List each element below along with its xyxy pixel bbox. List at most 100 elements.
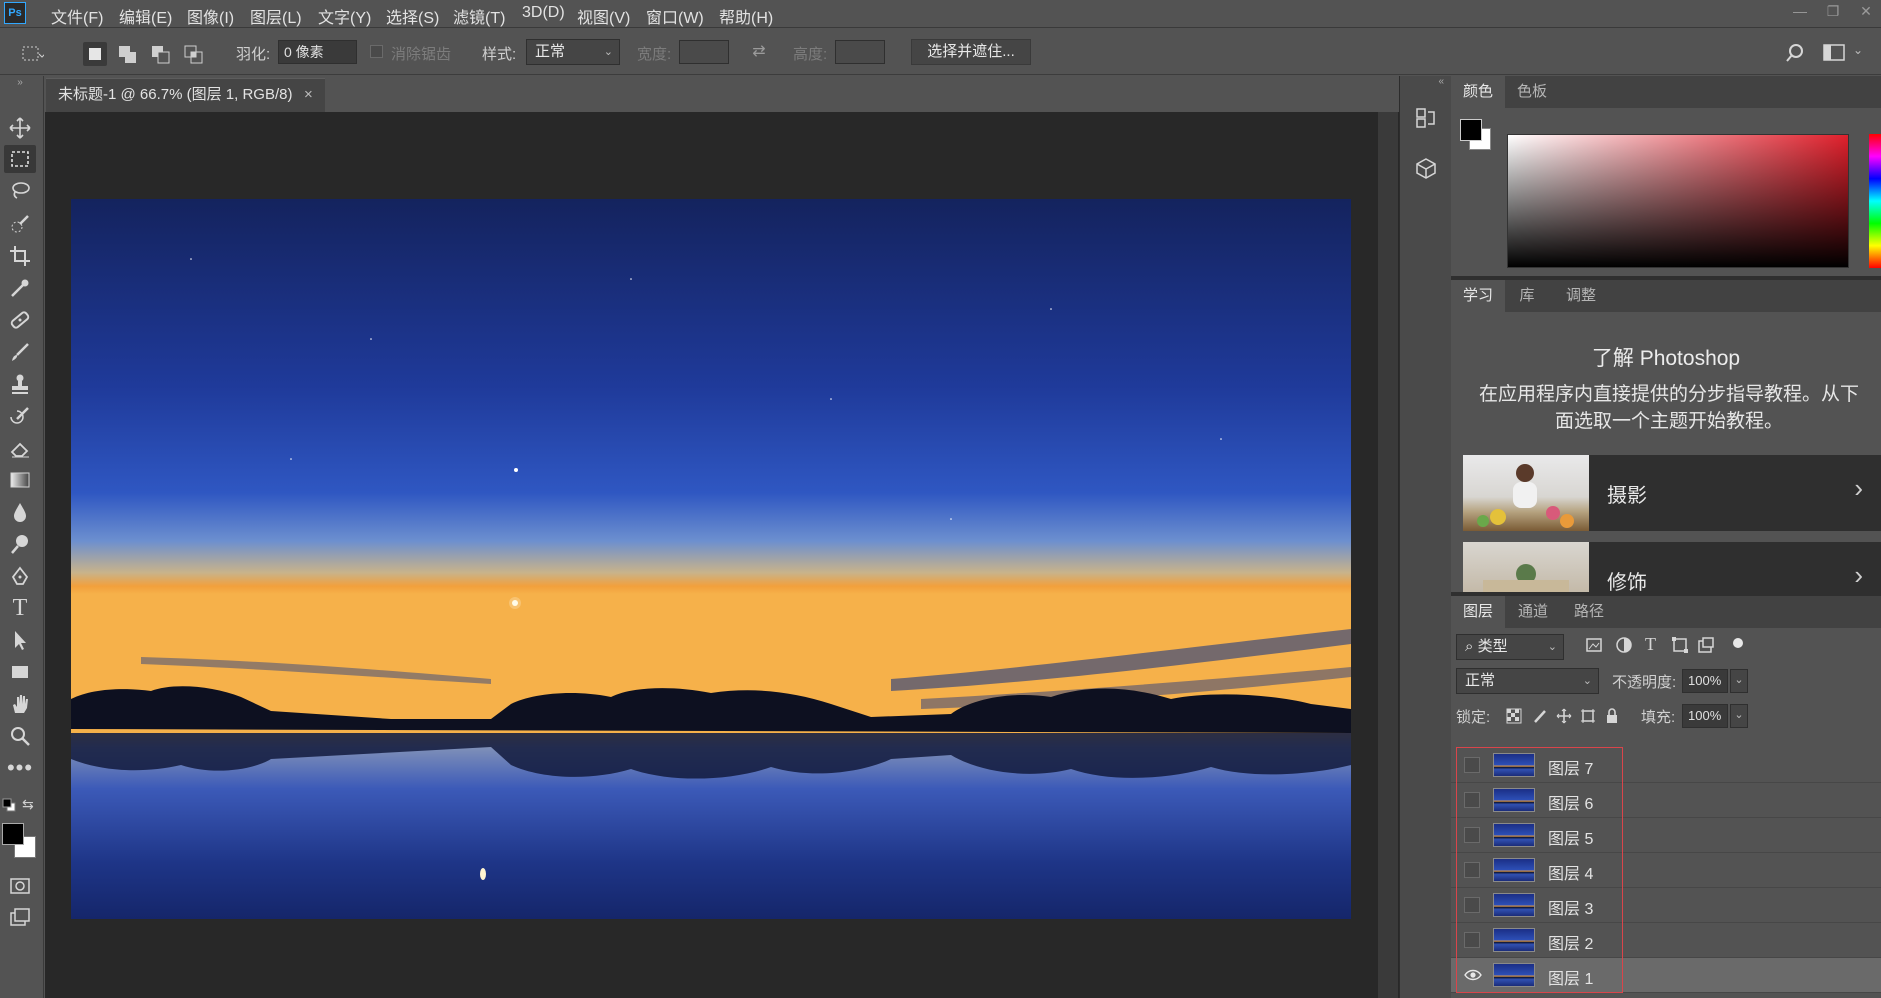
tab-layers[interactable]: 图层 [1451,596,1505,628]
fill-chevron-icon[interactable]: ⌄ [1730,704,1748,728]
antialias-checkbox[interactable] [370,45,383,58]
menu-help[interactable]: 帮助(H) [719,4,773,28]
zoom-tool-icon[interactable] [4,722,36,750]
move-tool-icon[interactable] [4,114,36,142]
color-field[interactable] [1507,134,1849,268]
lock-transparency-icon[interactable] [1506,708,1522,724]
canvas-image[interactable] [71,199,1351,919]
card-title: 修饰 [1607,572,1647,592]
eraser-tool-icon[interactable] [4,434,36,462]
3d-panel-icon[interactable] [1414,156,1438,180]
learn-description: 在应用程序内直接提供的分步指导教程。从下面选取一个主题开始教程。 [1479,384,1860,432]
subtract-selection-icon[interactable] [149,42,173,66]
filter-smartobject-icon[interactable] [1697,636,1715,654]
menu-window[interactable]: 窗口(W) [646,4,704,28]
filter-type-icon[interactable]: T [1645,634,1656,655]
new-selection-icon[interactable] [83,42,107,66]
opacity-chevron-icon[interactable]: ⌄ [1730,669,1748,693]
document-tab[interactable]: 未标题-1 @ 66.7% (图层 1, RGB/8) × [46,78,325,112]
menu-select[interactable]: 选择(S) [386,4,439,28]
workspace-chevron-icon[interactable]: ⌄ [1853,43,1863,57]
hand-tool-icon[interactable] [4,690,36,718]
swap-icon[interactable]: ⇄ [747,41,771,63]
tab-swatches[interactable]: 色板 [1505,76,1559,108]
tab-channels[interactable]: 通道 [1505,596,1561,628]
menu-filter[interactable]: 滤镜(T) [453,4,505,28]
learn-card-retouch[interactable]: 修饰 › [1463,542,1881,592]
opacity-label: 不透明度: [1612,674,1677,691]
gradient-tool-icon[interactable] [4,466,36,494]
foreground-swatch[interactable] [1460,119,1482,141]
workspace-icon[interactable] [1823,43,1845,63]
collapse-toolbar-icon[interactable]: » [4,76,36,88]
menu-layer[interactable]: 图层(L) [250,4,302,28]
crop-tool-icon[interactable] [4,242,36,270]
lasso-tool-icon[interactable] [4,177,36,205]
menu-edit[interactable]: 编辑(E) [119,4,172,28]
lock-pixels-icon[interactable] [1532,708,1548,724]
collapse-panels-icon[interactable]: « [1400,76,1452,87]
restore-icon[interactable]: ❐ [1818,0,1848,22]
filter-shape-icon[interactable] [1671,636,1689,654]
brush-tool-icon[interactable] [4,338,36,366]
screen-mode-icon[interactable] [4,904,36,932]
fill-label: 填充: [1641,709,1676,726]
default-colors-icon[interactable] [2,798,16,812]
tab-color[interactable]: 颜色 [1451,76,1505,108]
tab-learn[interactable]: 学习 [1451,280,1505,312]
filter-pixel-icon[interactable] [1585,636,1603,654]
menu-view[interactable]: 视图(V) [577,4,630,28]
layer-filter-select[interactable]: ⌕ 类型 ⌄ [1456,634,1564,660]
color-panel: 颜色 色板 [1451,76,1881,276]
feather-input[interactable]: 0 像素 [278,40,357,64]
close-window-icon[interactable]: ✕ [1851,0,1881,22]
filter-adjustment-icon[interactable] [1615,636,1633,654]
learn-card-photography[interactable]: 摄影 › [1463,455,1881,531]
select-and-mask-button[interactable]: 选择并遮住... [911,39,1031,65]
history-brush-tool-icon[interactable] [4,402,36,430]
menu-file[interactable]: 文件(F) [51,4,103,28]
close-tab-icon[interactable]: × [304,79,313,111]
canvas-scrollbar[interactable] [1378,112,1398,998]
history-panel-icon[interactable] [1414,106,1438,130]
opacity-input[interactable]: 100% [1682,669,1728,693]
height-input[interactable] [835,40,885,64]
hue-slider[interactable] [1869,134,1881,268]
tab-paths[interactable]: 路径 [1561,596,1617,628]
type-tool-icon[interactable]: T [4,594,36,622]
pen-tool-icon[interactable] [4,562,36,590]
path-selection-tool-icon[interactable] [4,626,36,654]
tab-libraries[interactable]: 库 [1505,280,1549,312]
eyedropper-tool-icon[interactable] [4,274,36,302]
menu-type[interactable]: 文字(Y) [318,4,371,28]
quick-selection-tool-icon[interactable] [4,210,36,238]
clone-stamp-tool-icon[interactable] [4,370,36,398]
fill-input[interactable]: 100% [1682,704,1728,728]
lock-all-icon[interactable] [1604,708,1620,724]
width-input[interactable] [679,40,729,64]
intersect-selection-icon[interactable] [182,42,206,66]
style-select[interactable]: 正常 ⌄ [526,39,620,65]
lock-artboard-icon[interactable] [1580,708,1596,724]
swap-colors-icon[interactable]: ⇆ [22,796,34,813]
dodge-tool-icon[interactable] [4,530,36,558]
minimize-icon[interactable]: — [1785,0,1815,22]
chevron-right-icon: › [1854,473,1863,503]
rectangle-tool-icon[interactable] [4,658,36,686]
quick-mask-icon[interactable] [4,872,36,900]
marquee-preset-icon[interactable] [20,42,46,66]
style-value: 正常 [535,43,566,60]
menu-3d[interactable]: 3D(D) [522,4,565,22]
lock-position-icon[interactable] [1556,708,1572,724]
blend-mode-select[interactable]: 正常 ⌄ [1456,668,1599,694]
add-selection-icon[interactable] [116,42,140,66]
more-tools-icon[interactable]: ••• [4,754,36,782]
foreground-color-swatch[interactable] [2,823,24,845]
blur-tool-icon[interactable] [4,498,36,526]
filter-toggle-icon[interactable] [1733,638,1743,648]
healing-brush-tool-icon[interactable] [4,306,36,334]
marquee-tool-icon[interactable] [4,145,36,173]
menu-image[interactable]: 图像(I) [187,4,234,28]
search-icon[interactable] [1785,43,1805,63]
tab-adjustments[interactable]: 调整 [1551,280,1611,312]
